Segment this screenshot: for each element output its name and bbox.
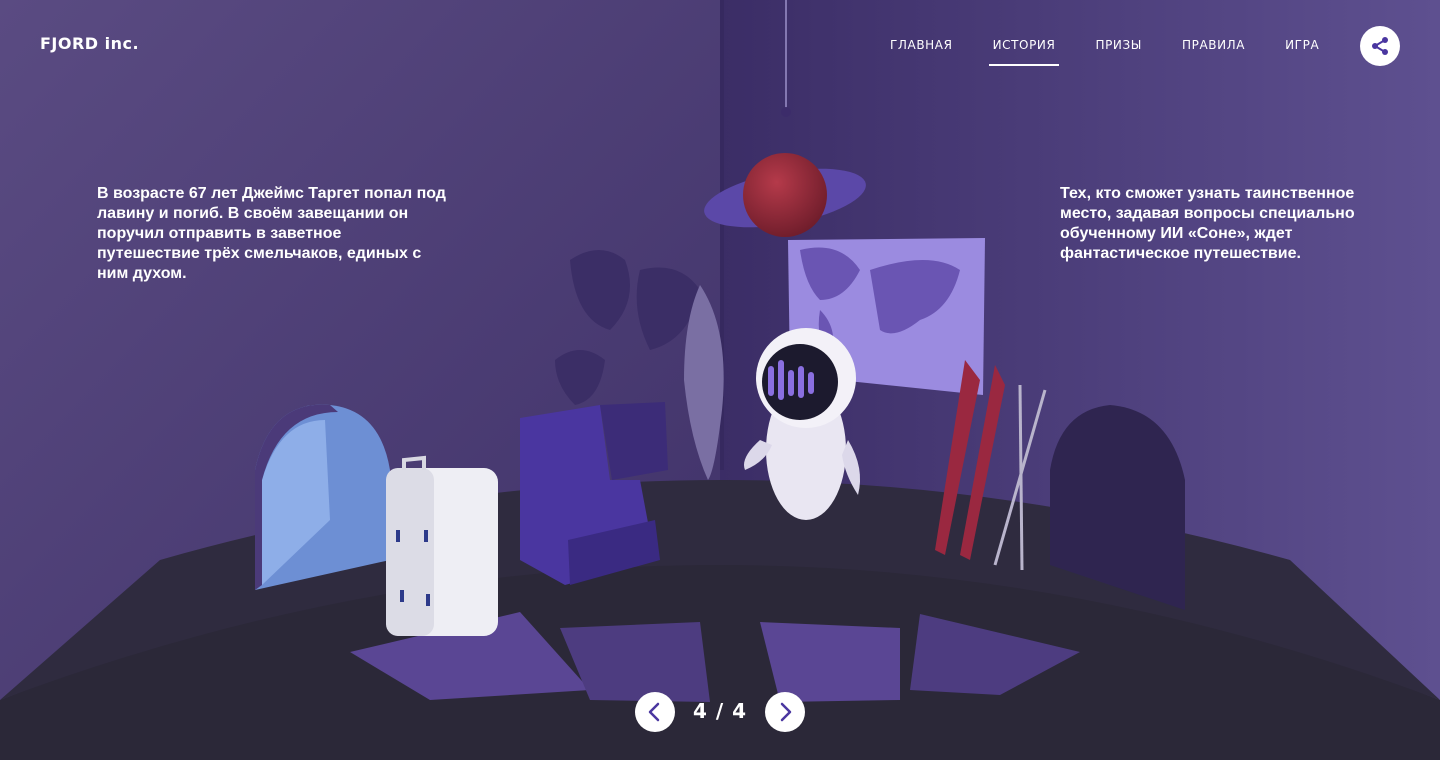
next-slide-button[interactable]: [765, 692, 805, 732]
nav-item-home[interactable]: ГЛАВНАЯ: [870, 38, 973, 58]
story-text-left: В возрасте 67 лет Джеймс Таргет попал по…: [97, 185, 446, 282]
share-button[interactable]: [1360, 26, 1400, 66]
story-text-right: Тех, кто сможет узнать таинственное мест…: [1060, 185, 1355, 262]
nav-item-history[interactable]: ИСТОРИЯ: [973, 38, 1076, 66]
slide-counter: 4 / 4: [692, 699, 748, 723]
main-nav: ГЛАВНАЯ ИСТОРИЯ ПРИЗЫ ПРАВИЛА ИГРА: [870, 38, 1339, 66]
prev-slide-button[interactable]: [635, 692, 675, 732]
chevron-left-icon: [648, 702, 660, 722]
slide-pager: 4 / 4: [635, 692, 805, 732]
nav-item-prizes[interactable]: ПРИЗЫ: [1075, 38, 1162, 58]
site-header: FJORD inc. ГЛАВНАЯ ИСТОРИЯ ПРИЗЫ ПРАВИЛА…: [0, 0, 1440, 92]
nav-item-game[interactable]: ИГРА: [1265, 38, 1339, 58]
brand-logo[interactable]: FJORD inc.: [40, 34, 139, 53]
chevron-right-icon: [780, 702, 792, 722]
share-icon: [1372, 37, 1388, 55]
nav-item-rules[interactable]: ПРАВИЛА: [1162, 38, 1265, 58]
room-illustration: [0, 0, 1440, 760]
